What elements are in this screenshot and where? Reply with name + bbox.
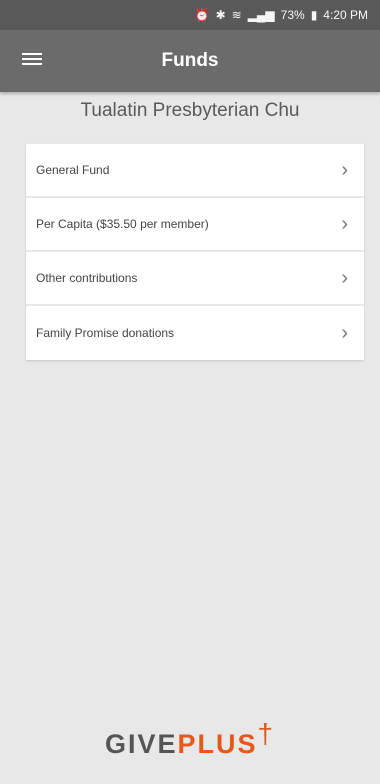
chevron-right-icon: › bbox=[341, 321, 348, 344]
wifi-icon: ≋ bbox=[231, 8, 242, 22]
fund-item-per-capita[interactable]: Per Capita ($35.50 per member) › bbox=[26, 198, 364, 252]
fund-item-general[interactable]: General Fund › bbox=[26, 144, 364, 198]
chevron-right-icon: › bbox=[341, 158, 348, 181]
battery-percent: 73% bbox=[280, 8, 305, 22]
giveplus-logo: GIVEPLUS† bbox=[0, 718, 380, 760]
fund-list: General Fund › Per Capita ($35.50 per me… bbox=[26, 144, 364, 360]
bluetooth-icon: ✱ bbox=[215, 8, 226, 22]
hamburger-menu-icon[interactable] bbox=[22, 50, 42, 72]
signal-icon: ▂▄▆ bbox=[247, 8, 275, 22]
church-name: Tualatin Presbyterian Chu bbox=[80, 100, 300, 121]
fund-item-other[interactable]: Other contributions › bbox=[26, 252, 364, 306]
fund-label: Family Promise donations bbox=[36, 326, 175, 340]
fund-label: Per Capita ($35.50 per member) bbox=[36, 217, 209, 231]
battery-icon: ▮ bbox=[310, 8, 318, 22]
logo-cross-icon: † bbox=[257, 718, 276, 749]
alarm-icon: ⏰ bbox=[194, 8, 210, 22]
fund-item-family-promise[interactable]: Family Promise donations › bbox=[26, 306, 364, 360]
fund-label: General Fund bbox=[36, 163, 110, 177]
fund-label: Other contributions bbox=[36, 271, 138, 285]
app-bar: Funds bbox=[0, 30, 380, 92]
status-bar: ⏰ ✱ ≋ ▂▄▆ 73% ▮ 4:20 PM bbox=[0, 0, 380, 30]
logo-give-text: GIVE bbox=[104, 729, 178, 759]
chevron-right-icon: › bbox=[341, 266, 348, 289]
chevron-right-icon: › bbox=[341, 212, 348, 235]
page-title: Funds bbox=[161, 50, 219, 71]
clock: 4:20 PM bbox=[323, 8, 368, 22]
logo-plus-text: PLUS bbox=[177, 729, 258, 759]
